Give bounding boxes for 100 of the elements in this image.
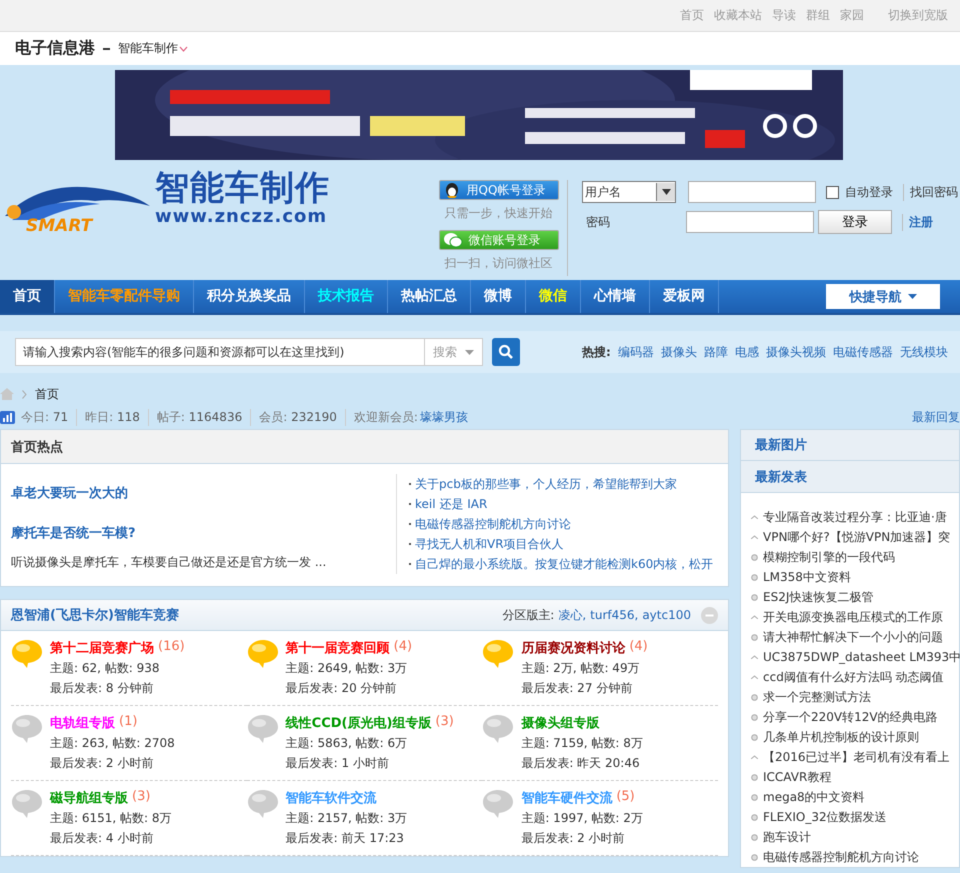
bullet-icon <box>751 774 758 780</box>
post-link[interactable]: 求一个完整测试方法 <box>763 688 871 706</box>
post-link[interactable]: 自己焊的最小系统版。按复位键才能检测k60内核，松开 <box>415 556 714 572</box>
post-link[interactable]: 模糊控制引擎的一段代码 <box>763 548 895 566</box>
bullet-icon <box>751 634 758 640</box>
post-link[interactable]: 几条单片机控制板的设计原则 <box>763 728 919 746</box>
nav-tab[interactable]: 微信 <box>526 280 581 313</box>
nav-tab[interactable]: 心情墙 <box>581 280 650 313</box>
new-count: (4) <box>629 639 648 656</box>
caret-icon <box>751 675 758 679</box>
post-link[interactable]: ICCAVR教程 <box>763 768 832 786</box>
caret-icon <box>751 615 758 619</box>
hot-search-link[interactable]: 电感 <box>734 344 759 360</box>
login-hint: 只需一步，快速开始 <box>444 205 552 222</box>
stat-text: 今日: 71 <box>21 408 78 426</box>
forum-stats: 主题: 6151, 帖数: 8万 <box>50 810 172 827</box>
post-link[interactable]: mega8的中文资料 <box>763 788 865 806</box>
post-link[interactable]: 专业隔音改装过程分享：比亚迪·唐 <box>763 508 947 526</box>
username-field[interactable] <box>688 181 816 203</box>
site-name: 电子信息港 <box>15 38 95 59</box>
moderator-link[interactable]: 凌心, <box>558 606 586 624</box>
post-link[interactable]: keil 还是 IAR <box>415 496 488 512</box>
post-link[interactable]: FLEXIO_32位数据发送 <box>763 808 887 826</box>
nav-tab[interactable]: 首页 <box>0 280 55 313</box>
hot-search-link[interactable]: 电磁传感器 <box>832 344 893 360</box>
bullet-icon <box>751 594 758 600</box>
post-summary: 听说摄像头是摩托车，车模要自己做还是还是官方统一发 ... <box>11 554 328 571</box>
forum-stats: 主题: 1997, 帖数: 2万 <box>521 810 643 827</box>
forum-stats: 主题: 2649, 帖数: 3万 <box>286 660 408 677</box>
forgot-password-link[interactable]: 找回密码 <box>903 184 958 200</box>
latest-replies-link[interactable]: 最新回复 <box>912 408 960 426</box>
quick-nav-button[interactable]: 快捷导航 <box>826 284 940 309</box>
search-scope-select[interactable]: 搜索 <box>425 338 483 366</box>
moderator-link[interactable]: turf456, <box>590 608 638 622</box>
post-link[interactable]: UC3875DWP_datasheet LM393中 <box>763 648 960 666</box>
forum-link[interactable]: 第十二届竞赛广场 <box>50 639 154 657</box>
forum-link[interactable]: 历届赛况资料讨论 <box>521 639 626 657</box>
post-link[interactable]: 寻找无人机和VR项目合伙人 <box>415 536 564 552</box>
featured-post-link[interactable]: 卓老大要玩一次大的 <box>11 484 396 502</box>
caret-icon <box>179 46 188 52</box>
forum-stats: 主题: 62, 帖数: 938 <box>50 660 161 677</box>
hot-search-link[interactable]: 路障 <box>704 344 728 360</box>
section-switcher[interactable]: 智能车制作 <box>118 40 188 57</box>
forum-link[interactable]: 磁导航组专版 <box>50 789 128 807</box>
member-link[interactable]: 壕壕男孩 <box>420 408 468 426</box>
moderator-link[interactable]: aytc100 <box>642 608 691 622</box>
last-post-time: 最后发表: 昨天 20:46 <box>521 755 641 772</box>
last-post-time: 最后发表: 8 分钟前 <box>50 680 154 697</box>
post-link[interactable]: ccd阈值有什么好方法吗 动态阈值 <box>763 668 944 686</box>
register-link[interactable]: 注册 <box>902 214 933 230</box>
search-button[interactable] <box>492 338 520 366</box>
logo-title: 智能车制作 <box>155 168 330 208</box>
new-count: (3) <box>435 714 454 731</box>
post-link[interactable]: 分享一个220V转12V的经典电路 <box>763 708 938 726</box>
post-link[interactable]: 开关电源变换器电压模式的工作原 <box>763 608 943 626</box>
social-login-button[interactable]: 用QQ帐号登录 <box>438 180 558 200</box>
forum-link[interactable]: 线性CCD(原光电)组专版 <box>286 714 432 732</box>
post-link[interactable]: 电磁传感器控制舵机方向讨论 <box>763 848 919 866</box>
featured-post-link[interactable]: 摩托车是否统一车模? <box>11 524 396 542</box>
stat-text: 帖子: 1164836 <box>156 408 252 426</box>
breadcrumb-link[interactable]: 首页 <box>35 386 59 402</box>
caret-icon <box>751 655 758 659</box>
password-field[interactable] <box>686 211 814 233</box>
nav-tab[interactable]: 热帖汇总 <box>388 280 471 313</box>
post-link[interactable]: 请大神帮忙解决下一个小小的问题 <box>763 628 943 646</box>
forum-stats: 主题: 263, 帖数: 2708 <box>50 735 175 752</box>
hot-search-link[interactable]: 编码器 <box>618 344 654 360</box>
post-link[interactable]: 电磁传感器控制舵机方向讨论 <box>415 516 571 532</box>
section-title: 最新图片 <box>755 436 807 454</box>
forum-link[interactable]: 智能车硬件交流 <box>521 789 612 807</box>
forum-link[interactable]: 摄像头组专版 <box>521 714 600 732</box>
search-icon <box>498 344 514 360</box>
search-field[interactable]: 请输入搜索内容(智能车的很多问题和资源都可以在这里找到) <box>15 338 425 366</box>
checkbox[interactable] <box>826 186 839 198</box>
post-link[interactable]: 关于pcb板的那些事，个人经历，希望能帮到大家 <box>415 476 677 492</box>
new-count: (4) <box>394 639 412 656</box>
nav-tab[interactable]: 爱板网 <box>650 280 719 313</box>
new-count: (16) <box>158 639 185 656</box>
caret-icon <box>751 755 758 759</box>
forum-link[interactable]: 智能车软件交流 <box>286 789 377 807</box>
post-link[interactable]: ES2J快速恢复二极管 <box>763 588 874 606</box>
forum-link[interactable]: 第十一届竞赛回顾 <box>286 639 390 657</box>
login-button[interactable]: 登录 <box>818 210 892 234</box>
forum-stats: 主题: 5863, 帖数: 6万 <box>286 735 408 752</box>
last-post-time: 最后发表: 2 小时前 <box>50 755 154 772</box>
nav-tab[interactable]: 技术报告 <box>305 280 388 313</box>
post-link[interactable]: 跑车设计 <box>763 828 811 846</box>
post-link[interactable]: 【2016已过半】老司机有没有看上 <box>763 748 950 766</box>
nav-tab[interactable]: 微博 <box>471 280 526 313</box>
category-title[interactable]: 恩智浦(飞思卡尔)智能车竞赛 <box>11 606 179 624</box>
moderator-label: 分区版主: <box>502 606 554 624</box>
nav-tab[interactable]: 积分兑换奖品 <box>194 280 305 313</box>
account-type-select[interactable]: 用户名 <box>582 181 676 203</box>
hot-search-link[interactable]: 摄像头视频 <box>766 344 826 360</box>
hot-search-link[interactable]: 摄像头 <box>660 344 697 360</box>
post-link[interactable]: VPN哪个好?【悦游VPN加速器】突 <box>763 528 950 546</box>
auto-login-label: 自动登录 <box>845 184 893 200</box>
forum-link[interactable]: 电轨组专版 <box>50 714 115 732</box>
hot-search-link[interactable]: 无线模块 <box>900 344 948 360</box>
post-link[interactable]: LM358中文资料 <box>763 568 851 586</box>
